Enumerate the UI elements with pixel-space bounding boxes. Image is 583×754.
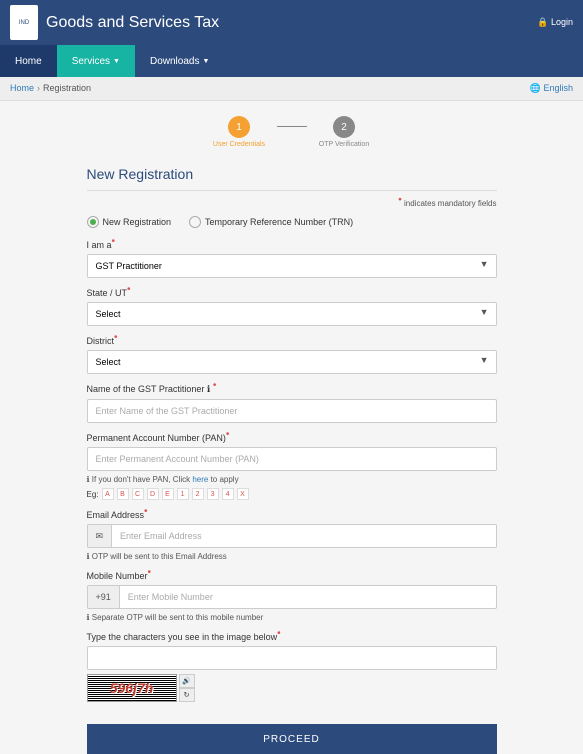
state-select[interactable]: Select [87,302,497,326]
chevron-down-icon: ▼ [113,58,120,65]
iam-select[interactable]: GST Practitioner [87,254,497,278]
mail-icon: ✉ [87,524,112,548]
captcha-image: 596j7h [87,674,177,702]
breadcrumb-current: Registration [43,83,91,93]
mandatory-note: • indicates mandatory fields [87,199,497,208]
pan-label: Permanent Account Number (PAN)• [87,433,497,443]
radio-new-registration[interactable]: New Registration [87,216,172,228]
step-2: 2 OTP Verification [307,116,382,148]
captcha-input[interactable] [87,646,497,670]
proceed-button[interactable]: PROCEED [87,724,497,754]
email-input[interactable] [111,524,496,548]
breadcrumb-bar: Home›Registration 🌐 English [0,77,583,101]
email-label: Email Address• [87,510,497,520]
header: IND Goods and Services Tax 🔒 Login [0,0,583,45]
chevron-down-icon: ▼ [202,58,209,65]
breadcrumb-home[interactable]: Home [10,83,34,93]
form-title: New Registration [87,158,497,191]
mobile-prefix: +91 [87,585,119,609]
pan-example: Eg: ABCDE1234X [87,488,497,500]
district-select[interactable]: Select [87,350,497,374]
email-note: ℹ OTP will be sent to this Email Address [87,552,497,561]
nav-home[interactable]: Home [0,45,57,77]
login-link[interactable]: 🔒 Login [537,17,573,28]
state-label: State / UT• [87,288,497,298]
captcha-refresh-button[interactable]: ↻ [179,688,195,702]
breadcrumb: Home›Registration [10,83,91,94]
iam-label: I am a• [87,240,497,250]
info-icon: ℹ [207,384,210,394]
captcha-audio-button[interactable]: 🔊 [179,674,195,688]
mobile-input[interactable] [119,585,497,609]
nav-services[interactable]: Services▼ [57,45,135,77]
language-selector[interactable]: 🌐 English [530,83,573,94]
navbar: Home Services▼ Downloads▼ [0,45,583,77]
registration-type-radio: New Registration Temporary Reference Num… [87,216,497,228]
district-label: District• [87,336,497,346]
step-1: 1 User Credentials [202,116,277,148]
pan-note: ℹ If you don't have PAN, Click here to a… [87,475,497,484]
step-indicator: 1 User Credentials 2 OTP Verification [87,101,497,158]
pan-input[interactable] [87,447,497,471]
site-title: Goods and Services Tax [46,14,219,32]
emblem-logo: IND [10,5,38,40]
mobile-note: ℹ Separate OTP will be sent to this mobi… [87,613,497,622]
name-input[interactable] [87,399,497,423]
radio-trn[interactable]: Temporary Reference Number (TRN) [189,216,353,228]
pan-apply-link[interactable]: here [192,475,208,484]
nav-downloads[interactable]: Downloads▼ [135,45,224,77]
mobile-label: Mobile Number• [87,571,497,581]
captcha-label: Type the characters you see in the image… [87,632,497,642]
name-label: Name of the GST Practitioner ℹ • [87,384,497,395]
